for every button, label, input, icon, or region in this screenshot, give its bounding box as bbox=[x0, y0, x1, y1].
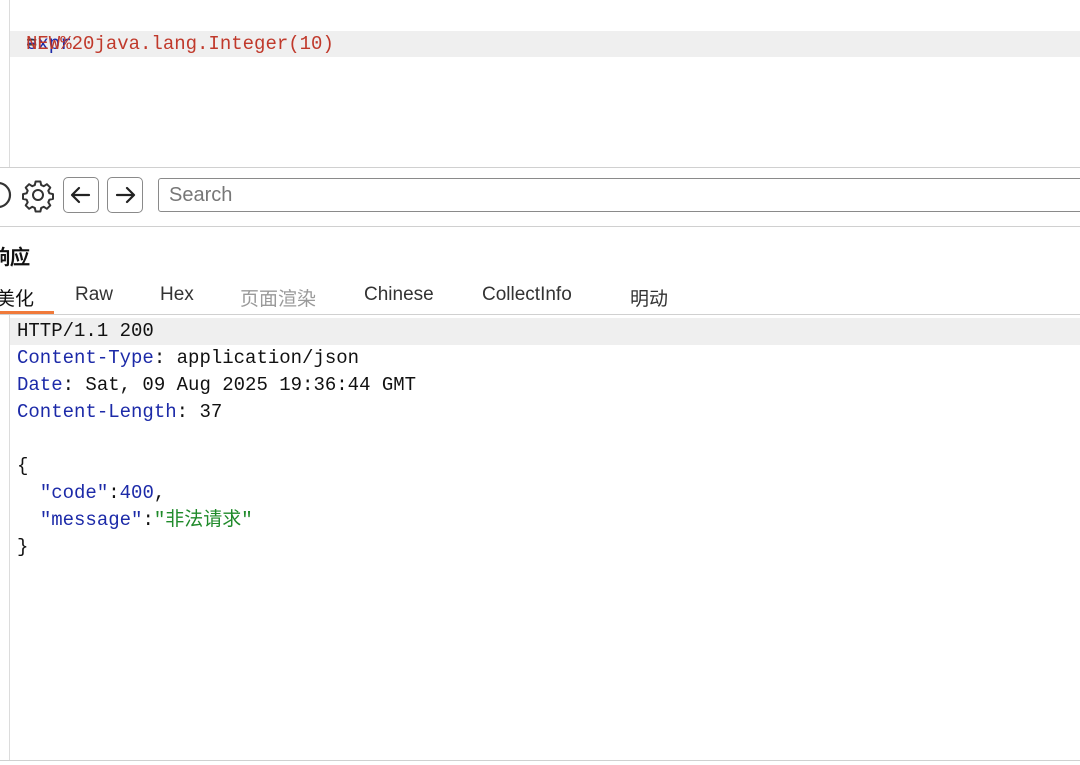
json-key: "code" bbox=[39, 482, 109, 504]
status-line: HTTP/1.1 200 bbox=[10, 318, 1080, 345]
tab-extension[interactable]: 明动 bbox=[630, 284, 668, 311]
tab-raw[interactable]: Raw bbox=[75, 284, 113, 306]
message-toolbar bbox=[0, 167, 1080, 227]
header-name: Content-Length bbox=[17, 401, 177, 423]
header-name: Content-Type bbox=[17, 347, 154, 369]
header-line: Content-Type: application/json bbox=[17, 347, 360, 369]
tab-render[interactable]: 页面渲染 bbox=[240, 284, 316, 311]
arrow-right-icon bbox=[115, 186, 136, 204]
json-close-brace: } bbox=[10, 534, 1080, 561]
active-tab-indicator bbox=[0, 311, 54, 314]
request-line[interactable]: expr = NEW%20java.lang.Integer(10) bbox=[10, 31, 1080, 57]
json-line-code: "code":400, bbox=[39, 482, 166, 504]
open-brace-text: { bbox=[17, 455, 29, 477]
param-value: NEW%20java.lang.Integer(10) bbox=[26, 33, 334, 55]
request-editor[interactable]: expr = NEW%20java.lang.Integer(10) bbox=[0, 0, 1080, 167]
help-button[interactable] bbox=[0, 177, 16, 213]
json-key: "message" bbox=[39, 509, 143, 531]
arrow-left-icon bbox=[70, 186, 91, 204]
header-value: 37 bbox=[199, 401, 223, 423]
header-value: application/json bbox=[176, 347, 360, 369]
close-brace-text: } bbox=[17, 536, 29, 558]
tab-collectinfo[interactable]: CollectInfo bbox=[482, 284, 572, 306]
header-line: Content-Length: 37 bbox=[17, 401, 223, 423]
help-circle-icon bbox=[0, 182, 12, 208]
settings-button[interactable] bbox=[20, 177, 56, 213]
json-line-message: "message":"非法请求" bbox=[39, 509, 253, 531]
search-input[interactable] bbox=[159, 179, 1080, 211]
status-line-text: HTTP/1.1 200 bbox=[17, 320, 154, 342]
json-string-value: "非法请求" bbox=[153, 509, 253, 531]
editor-gutter bbox=[9, 0, 10, 167]
search-box[interactable] bbox=[158, 178, 1080, 212]
bottom-divider bbox=[0, 760, 1080, 761]
response-panel-title: 响应 bbox=[0, 247, 30, 269]
response-editor[interactable]: HTTP/1.1 200 Content-Type: application/j… bbox=[0, 315, 1080, 760]
tab-hex[interactable]: Hex bbox=[160, 284, 194, 306]
back-button[interactable] bbox=[63, 177, 99, 213]
header-name: Date bbox=[17, 374, 63, 396]
json-number-value: 400 bbox=[119, 482, 154, 504]
tab-pretty[interactable]: 美化 bbox=[0, 284, 34, 311]
tab-chinese[interactable]: Chinese bbox=[364, 284, 434, 306]
header-value: Sat, 09 Aug 2025 19:36:44 GMT bbox=[85, 374, 417, 396]
response-view-tabs: 美化 Raw Hex 页面渲染 Chinese CollectInfo 明动 bbox=[0, 280, 1080, 315]
gear-icon bbox=[22, 180, 54, 213]
json-open-brace: { bbox=[10, 453, 1080, 480]
forward-button[interactable] bbox=[107, 177, 143, 213]
header-line: Date: Sat, 09 Aug 2025 19:36:44 GMT bbox=[17, 374, 417, 396]
